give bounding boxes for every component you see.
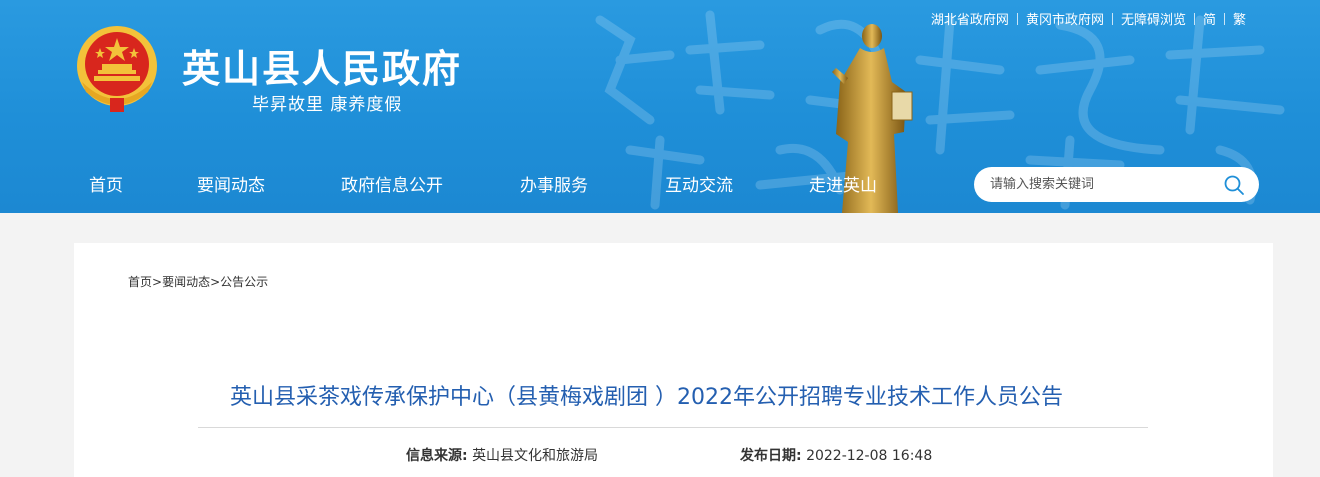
breadcrumb-notices[interactable]: 公告公示 [220, 275, 268, 289]
source-label: 信息来源: [406, 448, 468, 464]
national-emblem-icon [77, 26, 157, 112]
top-links: 湖北省政府网 黄冈市政府网 无障碍浏览 简 繁 [923, 9, 1254, 28]
top-link-city[interactable]: 黄冈市政府网 [1018, 9, 1112, 28]
site-slogan: 毕昇故里 康养度假 [252, 95, 403, 115]
nav-item-services[interactable]: 办事服务 [520, 168, 588, 204]
title-divider [198, 427, 1148, 428]
content-panel: 首页>要闻动态>公告公示 英山县采茶戏传承保护中心（县黄梅戏剧团 ）2022年公… [74, 243, 1273, 477]
date-label: 发布日期: [740, 448, 802, 464]
site-title: 英山县人民政府 [182, 47, 463, 91]
nav-item-home[interactable]: 首页 [89, 168, 123, 204]
date-value: 2022-12-08 16:48 [806, 448, 933, 464]
breadcrumb: 首页>要闻动态>公告公示 [128, 273, 268, 290]
top-link-accessibility[interactable]: 无障碍浏览 [1113, 9, 1194, 28]
nav-item-gov-info[interactable]: 政府信息公开 [341, 168, 443, 204]
top-link-traditional[interactable]: 繁 [1225, 9, 1254, 28]
top-link-province[interactable]: 湖北省政府网 [923, 9, 1017, 28]
breadcrumb-separator: > [210, 275, 221, 289]
search-input[interactable] [990, 167, 1210, 202]
article-date: 发布日期: 2022-12-08 16:48 [740, 445, 932, 465]
search-icon[interactable] [1223, 174, 1245, 196]
nav-item-interaction[interactable]: 互动交流 [665, 168, 733, 204]
site-header: 英山县人民政府 毕昇故里 康养度假 湖北省政府网 黄冈市政府网 无障碍浏览 简 … [0, 0, 1320, 213]
article-source: 信息来源: 英山县文化和旅游局 [406, 445, 598, 465]
search-box [974, 167, 1259, 202]
breadcrumb-separator: > [152, 275, 163, 289]
main-nav: 首页 要闻动态 政府信息公开 办事服务 互动交流 走进英山 [0, 168, 940, 204]
breadcrumb-home[interactable]: 首页 [128, 275, 152, 289]
breadcrumb-news[interactable]: 要闻动态 [162, 275, 210, 289]
top-link-simplified[interactable]: 简 [1195, 9, 1224, 28]
nav-item-about[interactable]: 走进英山 [809, 168, 877, 204]
source-value: 英山县文化和旅游局 [472, 448, 599, 464]
article-title: 英山县采茶戏传承保护中心（县黄梅戏剧团 ）2022年公开招聘专业技术工作人员公告 [230, 385, 1063, 410]
nav-item-news[interactable]: 要闻动态 [197, 168, 265, 204]
